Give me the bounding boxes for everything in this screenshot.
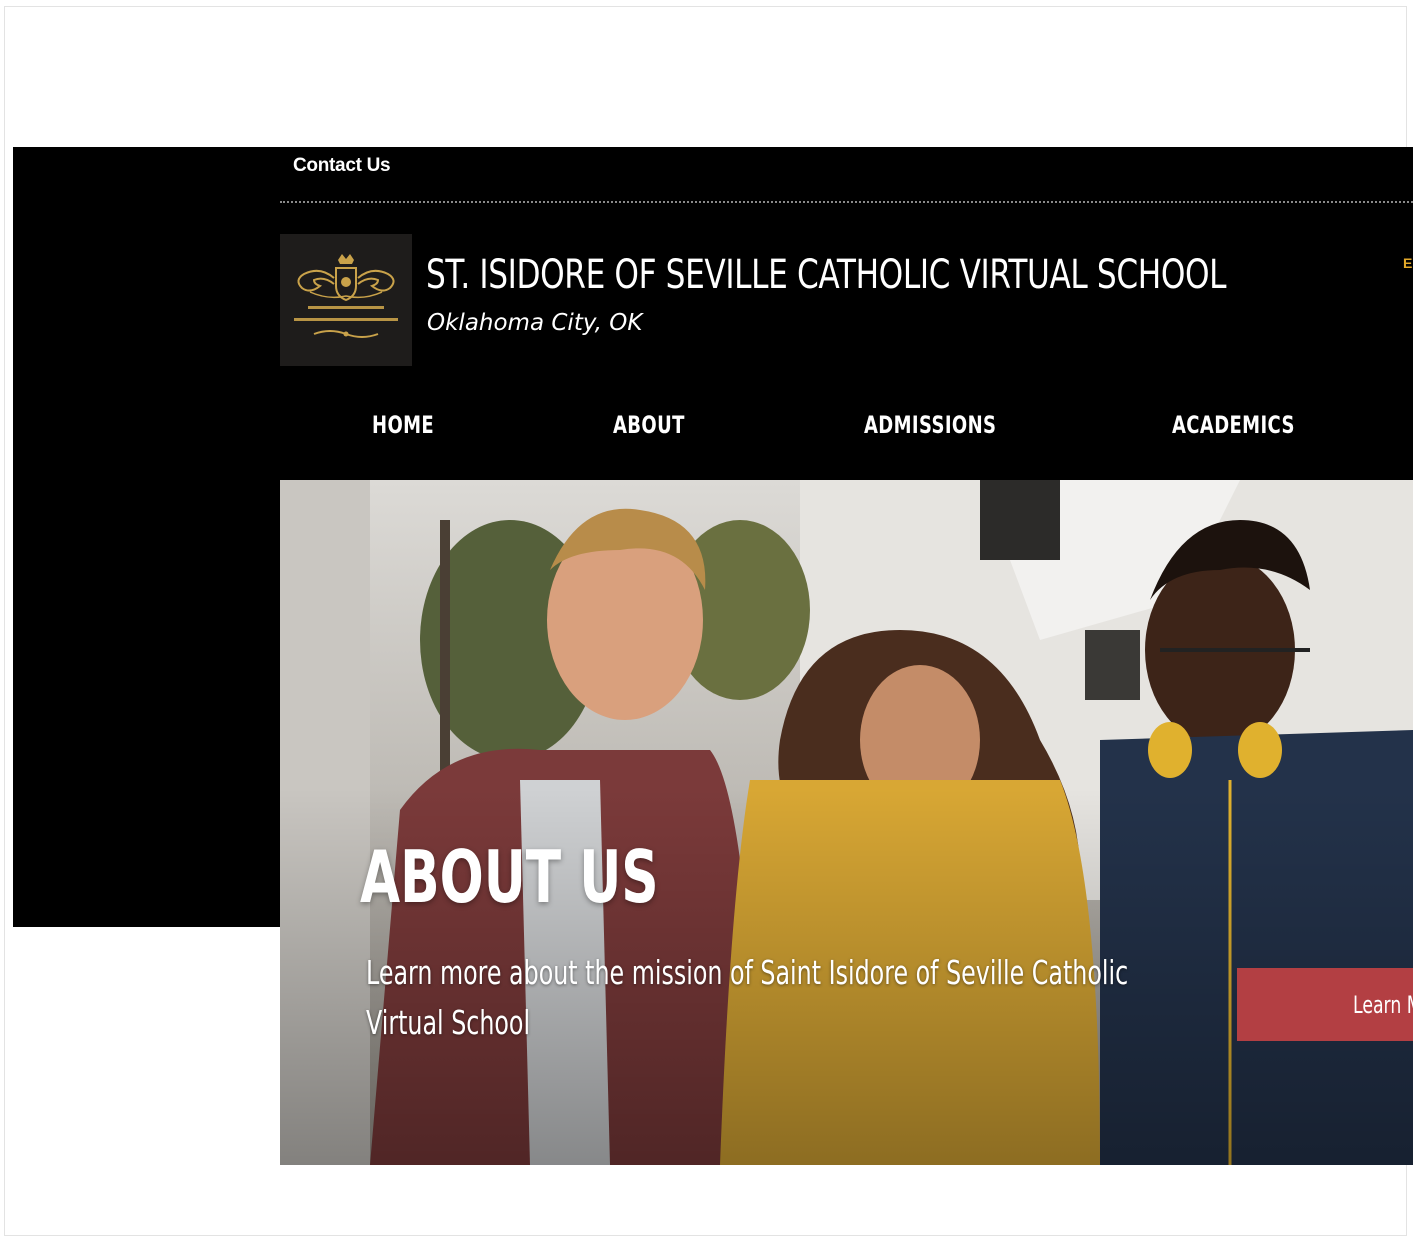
hero-title: ABOUT US [360,835,659,919]
nav-admissions[interactable]: ADMISSIONS [864,411,996,439]
learn-more-label: Learn M [1353,990,1413,1019]
hero-banner: ABOUT US Learn more about the mission of… [280,480,1413,1165]
school-location: Oklahoma City, OK [427,310,643,336]
hero-subtitle: Learn more about the mission of Saint Is… [366,953,1129,1042]
nav-home[interactable]: HOME [372,411,434,439]
cutoff-header-link[interactable]: E [1403,255,1412,271]
learn-more-button[interactable]: Learn M [1237,968,1413,1041]
contact-us-link[interactable]: Contact Us [293,155,391,177]
nav-about[interactable]: ABOUT [613,411,685,439]
header-divider [280,201,1413,203]
students-photo-icon [280,480,1413,1165]
school-name[interactable]: ST. ISIDORE OF SEVILLE CATHOLIC VIRTUAL … [426,252,1227,298]
school-logo[interactable] [280,234,412,366]
crest-icon [280,234,412,366]
nav-academics[interactable]: ACADEMICS [1172,411,1295,439]
